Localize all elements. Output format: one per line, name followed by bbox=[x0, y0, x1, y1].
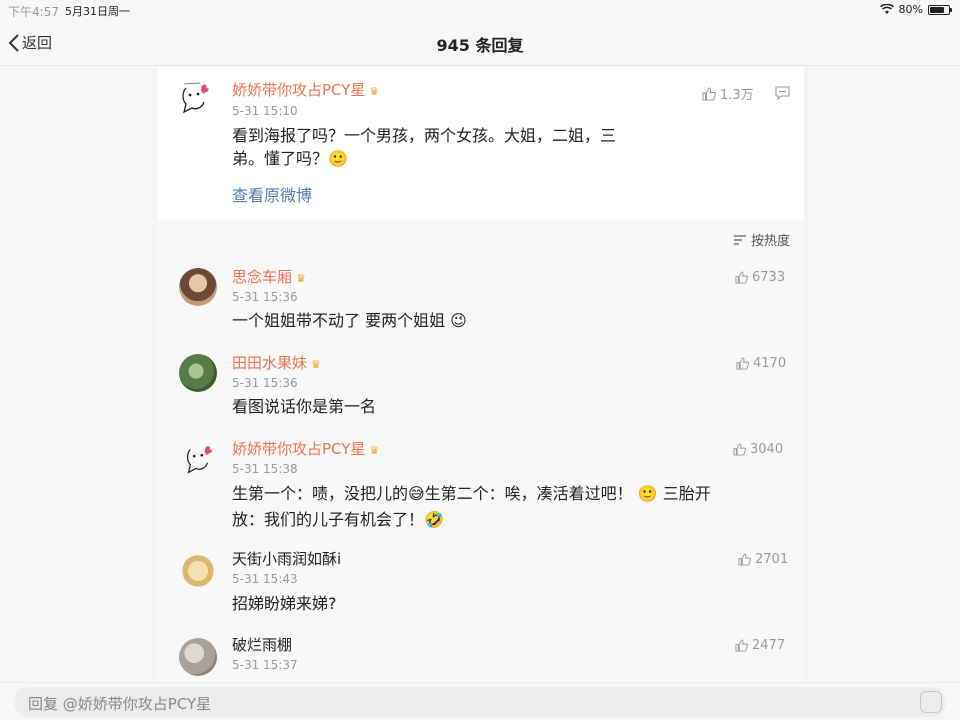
thumbs-up-icon bbox=[738, 553, 751, 566]
status-date: 5月31日周一 bbox=[65, 5, 130, 18]
comment-text-line2: 弟。懂了吗？🙂 bbox=[232, 149, 348, 168]
like-button[interactable]: 1.3万 bbox=[702, 84, 754, 103]
reply-username[interactable]: 破烂雨棚 bbox=[232, 634, 292, 655]
username-text: 天街小雨润如酥i bbox=[232, 550, 342, 568]
thumbs-up-icon bbox=[735, 639, 748, 652]
like-count: 1.3万 bbox=[720, 88, 754, 103]
thumbs-up-icon bbox=[733, 443, 746, 456]
reply-time: 5-31 15:36 bbox=[232, 290, 298, 304]
sketch-avatar-icon bbox=[186, 446, 212, 474]
comment-username[interactable]: 娇娇带你攻占PCY星 ♛ bbox=[232, 79, 379, 100]
content-panel: 娇娇带你攻占PCY星 ♛ 5-31 15:10 看到海报了吗？一个男孩，两个女孩。… bbox=[158, 66, 804, 682]
page-title: 945 条回复 bbox=[436, 36, 524, 55]
original-comment: 娇娇带你攻占PCY星 ♛ 5-31 15:10 看到海报了吗？一个男孩，两个女孩。… bbox=[158, 66, 804, 220]
comment-icon[interactable] bbox=[775, 86, 790, 100]
avatar[interactable] bbox=[179, 354, 217, 392]
like-button[interactable]: 2477 bbox=[735, 638, 785, 653]
nav-bar: 返回 945 条回复 bbox=[0, 20, 960, 66]
battery-level bbox=[930, 6, 945, 13]
reply-username[interactable]: 思念车厢 ♛ bbox=[232, 266, 306, 287]
like-button[interactable]: 4170 bbox=[736, 356, 786, 371]
reply-bar: 回复 @娇娇带你攻占PCY星 bbox=[0, 682, 960, 720]
sort-button[interactable]: 按热度 bbox=[733, 230, 790, 249]
username-text: 娇娇带你攻占PCY星 bbox=[232, 440, 366, 458]
status-bar: 下午4:57 5月31日周一 80% bbox=[0, 0, 960, 20]
username-text: 思念车厢 bbox=[232, 268, 293, 286]
reply-time: 5-31 15:37 bbox=[232, 658, 298, 672]
reply-username[interactable]: 田田水果妹 ♛ bbox=[232, 352, 321, 373]
sketch-avatar-icon bbox=[182, 82, 209, 114]
avatar[interactable] bbox=[179, 268, 217, 306]
username-text: 娇娇带你攻占PCY星 bbox=[232, 81, 366, 99]
reply-time: 5-31 15:43 bbox=[232, 572, 298, 586]
comment-text-line1: 看到海报了吗？一个男孩，两个女孩。大姐，二姐，三 bbox=[232, 126, 617, 145]
comment-time: 5-31 15:10 bbox=[232, 104, 298, 118]
like-button[interactable]: 3040 bbox=[733, 442, 783, 457]
avatar[interactable] bbox=[179, 550, 217, 588]
avatar[interactable] bbox=[174, 78, 214, 118]
emoji-button[interactable] bbox=[920, 691, 942, 713]
username-text: 破烂雨棚 bbox=[232, 636, 293, 654]
reply-time: 5-31 15:36 bbox=[232, 376, 298, 390]
like-count: 6733 bbox=[752, 270, 786, 285]
sort-label: 按热度 bbox=[750, 234, 790, 249]
crown-icon: ♛ bbox=[369, 444, 380, 457]
like-button[interactable]: 6733 bbox=[735, 270, 785, 285]
like-count: 3040 bbox=[750, 442, 784, 457]
reply-text: 招娣盼娣来娣? bbox=[232, 594, 337, 613]
sort-icon bbox=[733, 234, 746, 245]
avatar[interactable] bbox=[179, 638, 217, 676]
crown-icon: ♛ bbox=[311, 358, 321, 371]
like-count: 4170 bbox=[753, 356, 787, 371]
thumbs-up-icon bbox=[736, 357, 749, 370]
status-time: 下午4:57 bbox=[8, 5, 59, 19]
like-button[interactable]: 2701 bbox=[738, 552, 788, 567]
view-original-link[interactable]: 查看原微博 bbox=[232, 184, 312, 207]
status-right: 80% bbox=[879, 3, 952, 16]
thumbs-up-icon bbox=[702, 86, 716, 100]
username-text: 田田水果妹 bbox=[232, 354, 308, 372]
reply-username[interactable]: 天街小雨润如酥i bbox=[232, 548, 341, 569]
thumbs-up-icon bbox=[735, 271, 748, 284]
reply-username[interactable]: 娇娇带你攻占PCY星 ♛ bbox=[232, 438, 379, 459]
battery-icon bbox=[928, 4, 952, 15]
reply-text: 一个姐姐带不动了 要两个姐姐 😉 bbox=[232, 311, 467, 330]
crown-icon: ♛ bbox=[296, 272, 306, 285]
avatar[interactable] bbox=[179, 440, 217, 478]
reply-list: 按热度 思念车厢 ♛ 5-31 15:36 一个姐姐带不动了 要两个姐姐 😉 67… bbox=[158, 220, 804, 682]
reply-input[interactable]: 回复 @娇娇带你攻占PCY星 bbox=[14, 687, 946, 717]
battery-percent: 80% bbox=[898, 3, 923, 16]
crown-icon: ♛ bbox=[369, 85, 380, 98]
wifi-icon bbox=[879, 4, 894, 14]
reply-text: 看图说话你是第一名 bbox=[232, 397, 377, 416]
reply-time: 5-31 15:38 bbox=[232, 462, 298, 476]
like-count: 2701 bbox=[755, 552, 789, 567]
reply-text-line2: 放：我们的儿子有机会了！🤣 bbox=[232, 510, 444, 529]
like-count: 2477 bbox=[752, 638, 786, 653]
reply-text-line1: 生第一个：啧，没把儿的😅生第二个：唉，凑活着过吧！ 🙂 三胎开 bbox=[232, 484, 711, 503]
